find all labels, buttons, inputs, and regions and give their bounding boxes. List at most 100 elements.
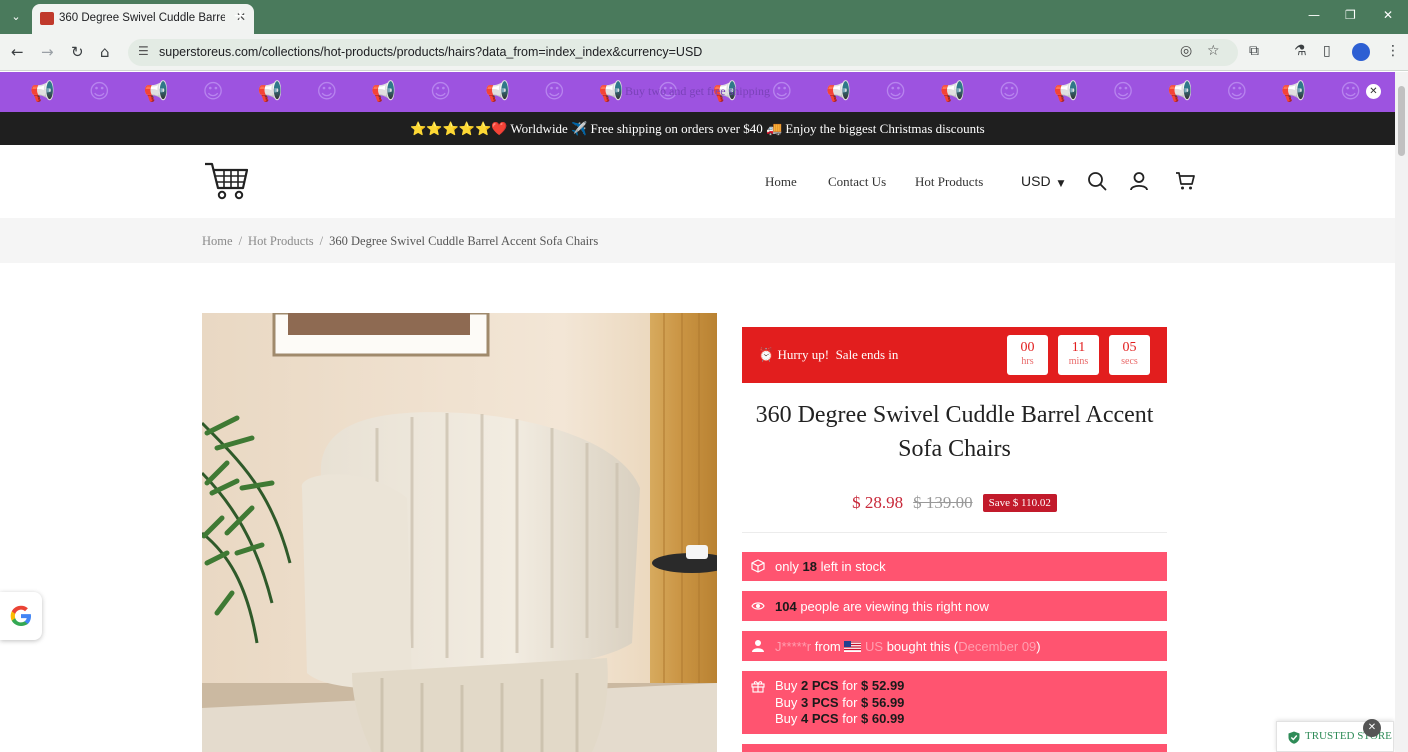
minimize-icon[interactable]: — — [1308, 8, 1320, 22]
viewers-text: 104 people are viewing this right now — [775, 599, 989, 614]
product-main-image[interactable] — [202, 313, 717, 752]
recent-buyer-text: J*****r from US bought this (December 09… — [775, 639, 1041, 654]
countdown-hours-unit: hrs — [1021, 356, 1034, 367]
product-title: 360 Degree Swivel Cuddle Barrel Accent S… — [755, 402, 1154, 462]
tab-search-chevron-icon[interactable]: ⌄ — [6, 7, 26, 27]
forward-arrow-icon[interactable]: → — [41, 43, 54, 61]
buyer-close-paren: ) — [1036, 639, 1041, 654]
bundle-offer-row[interactable]: Buy 3 PCS for $ 56.99 — [775, 695, 904, 712]
page-scrollbar[interactable] — [1395, 72, 1408, 752]
us-flag-icon — [844, 641, 862, 652]
google-reviews-badge[interactable] — [0, 592, 42, 640]
buyer-from: from — [814, 639, 841, 654]
countdown-hours: 00 hrs — [1007, 335, 1048, 375]
stock-post: left in stock — [820, 559, 886, 574]
bundle-for: for — [842, 678, 858, 693]
cart-icon[interactable] — [1175, 171, 1195, 191]
tab-title: 360 Degree Swivel Cuddle Barrel Accent S… — [59, 12, 225, 24]
bundle-list: Buy 2 PCS for $ 52.99 Buy 3 PCS for $ 56… — [775, 678, 904, 728]
save-badge: Save $ 110.02 — [982, 494, 1057, 512]
caret-down-icon: ▼ — [1057, 179, 1065, 189]
profile-avatar-icon[interactable] — [1352, 43, 1370, 61]
bundle-buy: Buy — [775, 711, 798, 726]
bundle-for: for — [842, 694, 858, 710]
countdown-mins-unit: mins — [1068, 356, 1089, 367]
recent-buyer-notice: J*****r from US bought this (December 09… — [742, 631, 1167, 661]
countdown-label-text: Hurry up! Sale ends in — [777, 347, 899, 362]
browser-tab-bar: ⌄ 360 Degree Swivel Cuddle Barrel Accent… — [0, 0, 1408, 34]
breadcrumb-hot-products[interactable]: Hot Products — [248, 234, 314, 248]
currency-selector[interactable]: USD ▼ — [1021, 173, 1064, 189]
shield-check-icon — [1288, 731, 1300, 744]
bundle-offer-row[interactable]: Buy 4 PCS for $ 60.99 — [775, 711, 904, 728]
browser-tab[interactable]: 360 Degree Swivel Cuddle Barrel Accent S… — [32, 4, 254, 34]
trusted-store-badge[interactable]: TRUSTED STORE ✕ — [1276, 719, 1394, 752]
viewers-post: people are viewing this right now — [800, 599, 989, 614]
buyer-country: US — [865, 639, 884, 654]
site-header: Home Contact Us Hot Products USD ▼ — [0, 145, 1395, 218]
breadcrumb-current: 360 Degree Swivel Cuddle Barrel Accent S… — [329, 234, 599, 248]
new-tab-plus-icon[interactable]: + — [233, 6, 247, 26]
bundle-price: $ 60.99 — [861, 711, 905, 726]
box-icon — [751, 559, 765, 573]
alarm-clock-icon: ⏰ — [758, 348, 775, 363]
trusted-close-icon[interactable]: ✕ — [1363, 719, 1381, 737]
nav-hot-products[interactable]: Hot Products — [915, 174, 983, 190]
bundle-buy: Buy — [775, 694, 798, 710]
home-icon[interactable]: ⌂ — [100, 43, 110, 61]
breadcrumb-bar: Home / Hot Products/360 Degree Swivel Cudd… — [0, 218, 1395, 263]
bundle-offers: Buy 2 PCS for $ 52.99 Buy 3 PCS for $ 56… — [742, 671, 1167, 734]
bundle-price: $ 52.99 — [861, 678, 905, 693]
viewers-notice: 104 people are viewing this right now — [742, 591, 1167, 621]
next-info-bar — [742, 744, 1167, 752]
url-text[interactable]: superstoreus.com/collections/hot-product… — [159, 45, 702, 59]
viewers-count: 104 — [775, 599, 797, 614]
site-info-icon[interactable]: ☰ — [138, 44, 149, 58]
buyer-action: bought this ( — [886, 639, 959, 654]
eye-icon — [751, 602, 765, 610]
nav-contact-us[interactable]: Contact Us — [828, 174, 886, 190]
address-bar[interactable]: ☰ superstoreus.com/collections/hot-produ… — [128, 39, 1238, 66]
window-close-icon[interactable]: ✕ — [1383, 8, 1393, 22]
google-g-icon — [10, 605, 31, 626]
sale-countdown: ⏰ Hurry up! Sale ends in 00 hrs 11 mins … — [742, 327, 1167, 383]
price-row: $ 28.98 $ 139.00 Save $ 110.02 — [742, 493, 1167, 513]
countdown-mins: 11 mins — [1058, 335, 1099, 375]
breadcrumb-home[interactable]: Home — [202, 234, 233, 248]
restore-icon[interactable]: ❐ — [1345, 8, 1356, 22]
stock-text: only 18 left in stock — [775, 559, 886, 574]
bookmark-star-icon[interactable]: ☆ — [1207, 43, 1220, 59]
currency-label: USD — [1021, 173, 1051, 189]
labs-flask-icon[interactable]: ⚗ — [1294, 43, 1307, 59]
side-panel-icon[interactable]: ▯ — [1323, 43, 1331, 59]
reload-icon[interactable]: ↻ — [71, 43, 84, 61]
buyer-name: J*****r — [775, 639, 812, 654]
stock-count: 18 — [802, 559, 817, 574]
bundle-qty: 3 PCS — [801, 694, 839, 710]
cart-logo-icon[interactable] — [204, 161, 248, 201]
bundle-for: for — [842, 711, 858, 726]
promo-close-icon[interactable]: ✕ — [1366, 84, 1381, 99]
promo-bar: 📢☺📢☺📢☺📢☺📢☺📢☺📢☺📢☺📢☺📢☺📢☺📢☺📢☺📢☺ Buy two and… — [0, 72, 1395, 112]
eye-off-icon[interactable]: ◎ — [1180, 43, 1192, 59]
bundle-qty: 4 PCS — [801, 711, 839, 726]
account-icon[interactable] — [1129, 171, 1149, 191]
browser-menu-icon[interactable]: ⋮ — [1386, 43, 1400, 59]
bundle-offer-row[interactable]: Buy 2 PCS for $ 52.99 — [775, 678, 904, 695]
search-icon[interactable] — [1087, 171, 1107, 191]
divider — [742, 532, 1167, 533]
site-favicon-icon — [40, 12, 54, 25]
bundle-qty: 2 PCS — [801, 678, 839, 693]
extensions-icon[interactable]: ⧉ — [1249, 43, 1259, 59]
countdown-secs: 05 secs — [1109, 335, 1150, 375]
browser-toolbar: ← → ↻ ⌂ ☰ superstoreus.com/collections/h… — [0, 34, 1408, 71]
announcement-bar: ⭐⭐⭐⭐⭐❤️ Worldwide ✈️ Free shipping on or… — [0, 112, 1395, 145]
back-arrow-icon[interactable]: ← — [11, 43, 24, 61]
countdown-label: ⏰ Hurry up! Sale ends in — [758, 347, 898, 363]
bundle-price: $ 56.99 — [861, 694, 905, 710]
bundle-buy: Buy — [775, 678, 798, 693]
sale-price: $ 28.98 — [852, 493, 904, 512]
scrollbar-thumb[interactable] — [1398, 86, 1405, 156]
countdown-secs-unit: secs — [1121, 356, 1138, 367]
nav-home[interactable]: Home — [765, 174, 797, 190]
